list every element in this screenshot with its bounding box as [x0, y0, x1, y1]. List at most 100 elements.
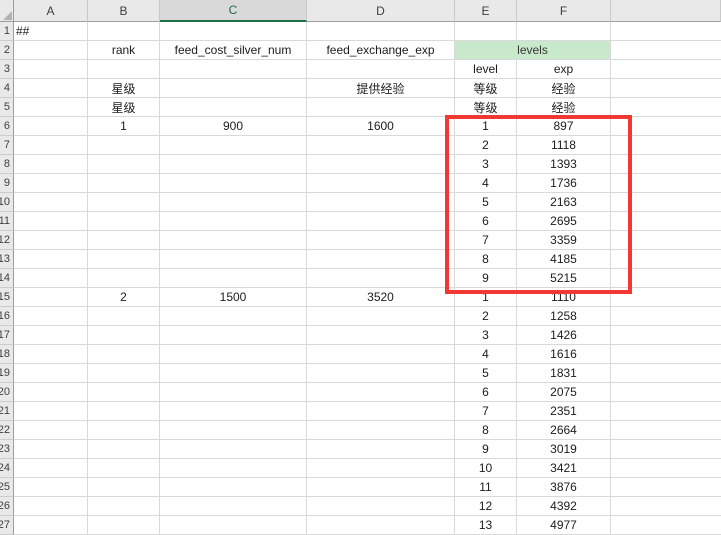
row-header-12[interactable]: 12: [0, 231, 14, 250]
cell-C19-empty[interactable]: [160, 364, 307, 383]
cell-B12-empty[interactable]: [88, 231, 160, 250]
cell-F4[interactable]: 经验: [517, 79, 611, 98]
cell-F12[interactable]: 3359: [517, 231, 611, 250]
cell-A21-empty[interactable]: [14, 402, 88, 421]
cell-B1-empty[interactable]: [88, 22, 160, 41]
cell-F5[interactable]: 经验: [517, 98, 611, 117]
cell-G4-empty[interactable]: [611, 79, 721, 98]
cell-E17[interactable]: 3: [455, 326, 517, 345]
cell-C11-empty[interactable]: [160, 212, 307, 231]
column-header-c[interactable]: C: [160, 0, 307, 22]
row-header-26[interactable]: 26: [0, 497, 14, 516]
cell-D25-empty[interactable]: [307, 478, 455, 497]
cell-E1-empty[interactable]: [455, 22, 517, 41]
column-header-cutoff[interactable]: [611, 0, 721, 22]
cell-B23-empty[interactable]: [88, 440, 160, 459]
cell-D24-empty[interactable]: [307, 459, 455, 478]
cell-A15-empty[interactable]: [14, 288, 88, 307]
row-header-13[interactable]: 13: [0, 250, 14, 269]
cell-D21-empty[interactable]: [307, 402, 455, 421]
cell-B10-empty[interactable]: [88, 193, 160, 212]
row-header-16[interactable]: 16: [0, 307, 14, 326]
cell-A10-empty[interactable]: [14, 193, 88, 212]
cell-B27-empty[interactable]: [88, 516, 160, 535]
cell-F10[interactable]: 2163: [517, 193, 611, 212]
cell-G3-empty[interactable]: [611, 60, 721, 79]
cell-C10-empty[interactable]: [160, 193, 307, 212]
cell-A17-empty[interactable]: [14, 326, 88, 345]
cell-A23-empty[interactable]: [14, 440, 88, 459]
cell-A22-empty[interactable]: [14, 421, 88, 440]
cell-F25[interactable]: 3876: [517, 478, 611, 497]
cell-A2-empty[interactable]: [14, 41, 88, 60]
cell-A8-empty[interactable]: [14, 155, 88, 174]
row-header-2[interactable]: 2: [0, 41, 14, 60]
cell-E21[interactable]: 7: [455, 402, 517, 421]
row-header-10[interactable]: 10: [0, 193, 14, 212]
cell-B16-empty[interactable]: [88, 307, 160, 326]
cell-G6-empty[interactable]: [611, 117, 721, 136]
cell-A16-empty[interactable]: [14, 307, 88, 326]
cell-D22-empty[interactable]: [307, 421, 455, 440]
cell-B24-empty[interactable]: [88, 459, 160, 478]
cell-C27-empty[interactable]: [160, 516, 307, 535]
row-header-14[interactable]: 14: [0, 269, 14, 288]
cell-B3-empty[interactable]: [88, 60, 160, 79]
cell-G26-empty[interactable]: [611, 497, 721, 516]
cell-A5-empty[interactable]: [14, 98, 88, 117]
cell-E9[interactable]: 4: [455, 174, 517, 193]
cell-F22[interactable]: 2664: [517, 421, 611, 440]
cell-F1-empty[interactable]: [517, 22, 611, 41]
cell-B13-empty[interactable]: [88, 250, 160, 269]
cell-C6[interactable]: 900: [160, 117, 307, 136]
cell-B22-empty[interactable]: [88, 421, 160, 440]
cell-D13-empty[interactable]: [307, 250, 455, 269]
row-header-1[interactable]: 1: [0, 22, 14, 41]
cell-A1[interactable]: ##: [14, 22, 88, 41]
cell-E20[interactable]: 6: [455, 383, 517, 402]
row-header-18[interactable]: 18: [0, 345, 14, 364]
row-header-15[interactable]: 15: [0, 288, 14, 307]
cell-E6[interactable]: 1: [455, 117, 517, 136]
cell-D9-empty[interactable]: [307, 174, 455, 193]
cell-D23-empty[interactable]: [307, 440, 455, 459]
cell-G13-empty[interactable]: [611, 250, 721, 269]
cell-G2-empty[interactable]: [611, 41, 721, 60]
row-header-20[interactable]: 20: [0, 383, 14, 402]
cell-D8-empty[interactable]: [307, 155, 455, 174]
cell-C18-empty[interactable]: [160, 345, 307, 364]
cell-C21-empty[interactable]: [160, 402, 307, 421]
row-header-22[interactable]: 22: [0, 421, 14, 440]
cell-G1-empty[interactable]: [611, 22, 721, 41]
cell-E8[interactable]: 3: [455, 155, 517, 174]
cell-F19[interactable]: 1831: [517, 364, 611, 383]
cell-D17-empty[interactable]: [307, 326, 455, 345]
row-header-27[interactable]: 27: [0, 516, 14, 535]
cell-E12[interactable]: 7: [455, 231, 517, 250]
cell-F7[interactable]: 1118: [517, 136, 611, 155]
cell-D2[interactable]: feed_exchange_exp: [307, 41, 455, 60]
cell-D7-empty[interactable]: [307, 136, 455, 155]
cell-G27-empty[interactable]: [611, 516, 721, 535]
cell-A18-empty[interactable]: [14, 345, 88, 364]
cell-E15[interactable]: 1: [455, 288, 517, 307]
cell-C9-empty[interactable]: [160, 174, 307, 193]
cell-D11-empty[interactable]: [307, 212, 455, 231]
cell-E14[interactable]: 9: [455, 269, 517, 288]
cell-F15[interactable]: 1110: [517, 288, 611, 307]
cell-E22[interactable]: 8: [455, 421, 517, 440]
cell-D12-empty[interactable]: [307, 231, 455, 250]
cell-C13-empty[interactable]: [160, 250, 307, 269]
cell-D15[interactable]: 3520: [307, 288, 455, 307]
cell-C23-empty[interactable]: [160, 440, 307, 459]
column-header-a[interactable]: A: [14, 0, 88, 22]
cell-A9-empty[interactable]: [14, 174, 88, 193]
cell-A6-empty[interactable]: [14, 117, 88, 136]
cell-F14[interactable]: 5215: [517, 269, 611, 288]
cell-B2[interactable]: rank: [88, 41, 160, 60]
cell-G7-empty[interactable]: [611, 136, 721, 155]
cell-E27[interactable]: 13: [455, 516, 517, 535]
cell-G19-empty[interactable]: [611, 364, 721, 383]
cell-F23[interactable]: 3019: [517, 440, 611, 459]
cell-C26-empty[interactable]: [160, 497, 307, 516]
